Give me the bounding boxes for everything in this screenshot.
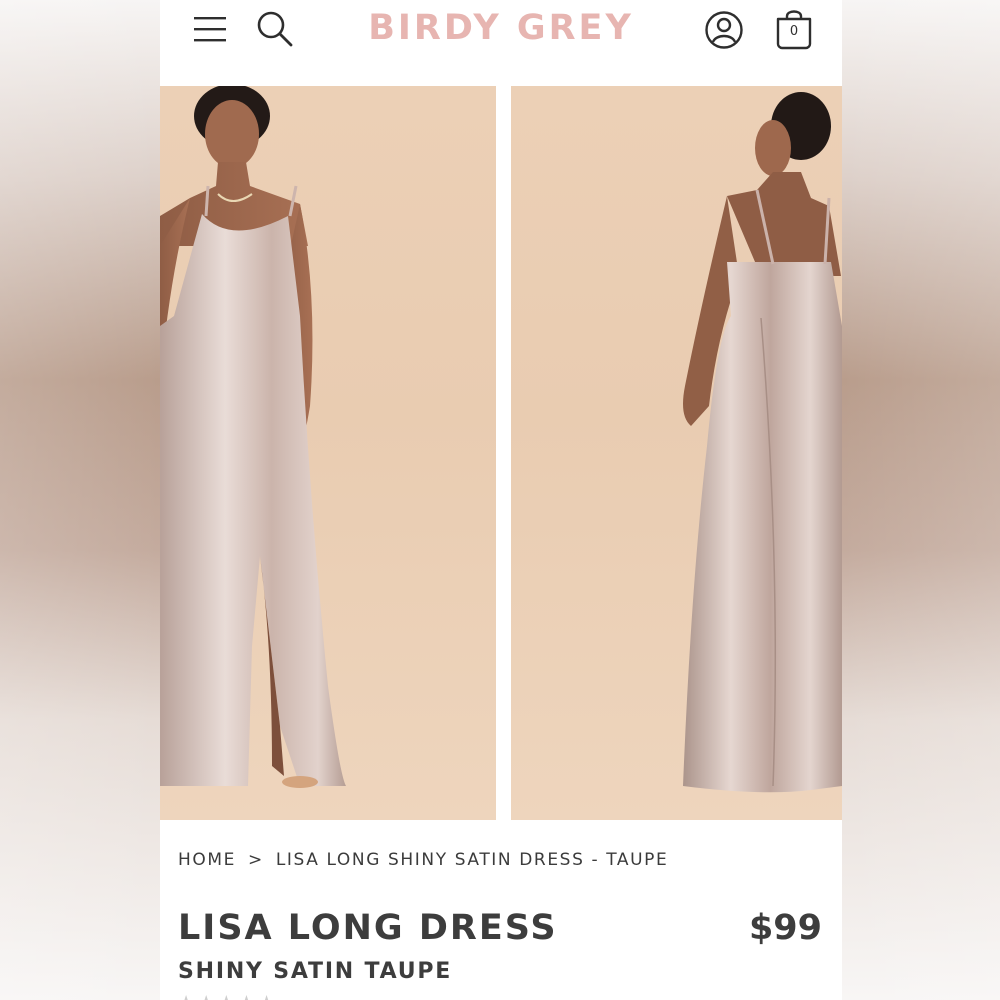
breadcrumb-home-link[interactable]: HOME [178,850,236,870]
site-header: BIRDY GREY 0 [160,0,842,84]
product-page: BIRDY GREY 0 HOME > LISA LONG SHINY SATI… [160,0,842,1000]
background-blur-right [842,0,1000,1000]
breadcrumb: HOME > LISA LONG SHINY SATIN DRESS - TAUPE [178,850,668,870]
model-back-illustration [683,92,842,793]
rating-stars[interactable]: ★★★★★ [178,992,318,1000]
product-title: LISA LONG DRESS [178,908,558,948]
account-icon[interactable] [704,10,744,50]
cart-count-badge: 0 [789,24,799,39]
breadcrumb-current: LISA LONG SHINY SATIN DRESS - TAUPE [275,850,669,870]
background-blur-left [0,0,160,1000]
breadcrumb-separator: > [247,850,264,870]
product-image-back[interactable] [511,86,842,820]
product-price: $99 [748,908,822,948]
product-image-front[interactable] [160,86,496,820]
model-front-illustration [160,86,346,788]
product-subtitle: SHINY SATIN TAUPE [178,959,453,984]
